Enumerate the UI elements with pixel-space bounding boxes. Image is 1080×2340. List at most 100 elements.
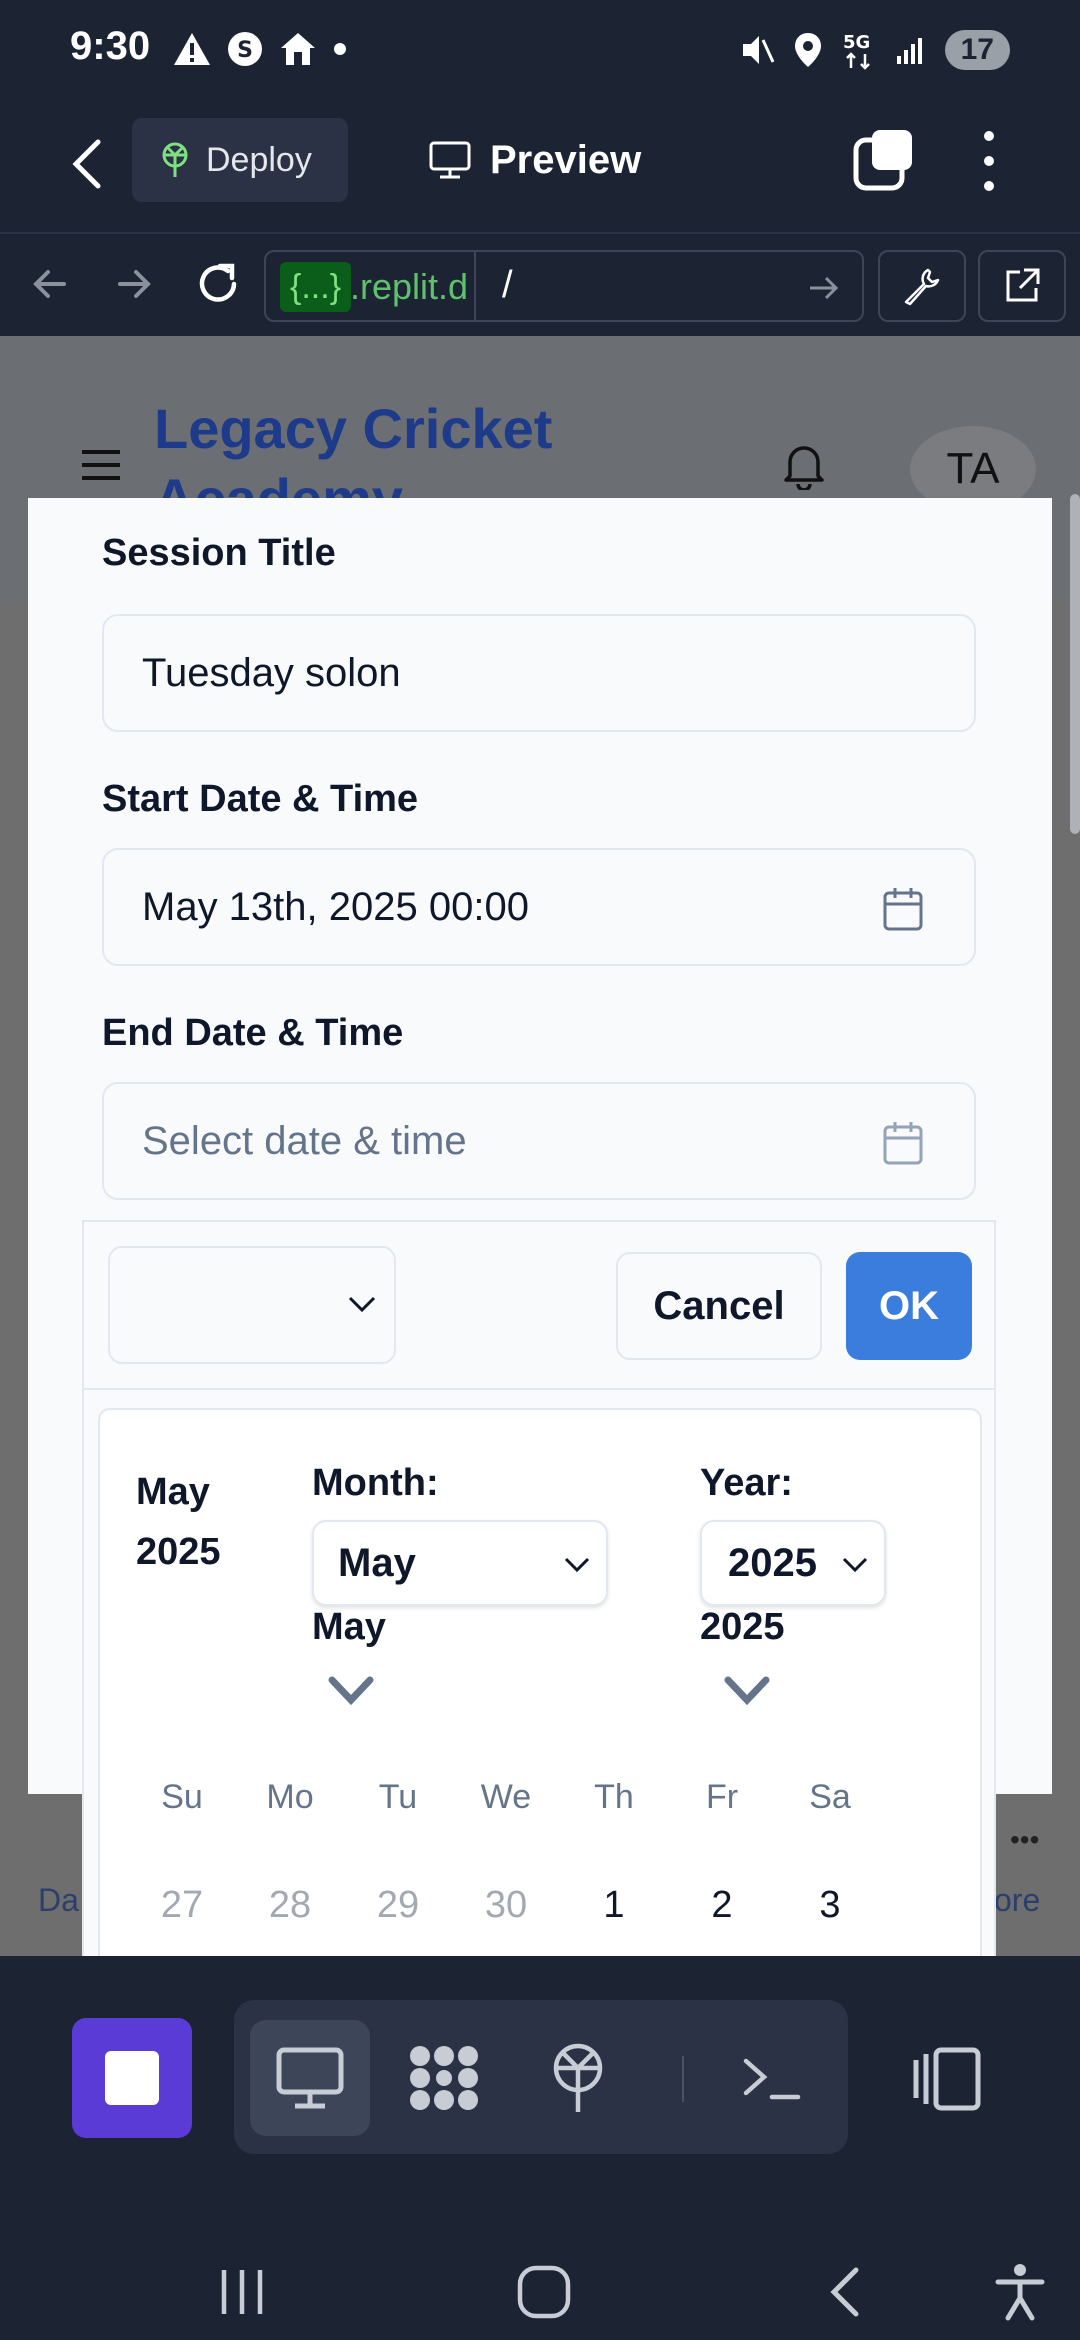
session-title-input[interactable]: Tuesday solon	[102, 614, 976, 732]
caption-year: 2025	[136, 1531, 221, 1573]
svg-text:S: S	[237, 38, 253, 63]
year-select[interactable]: 2025	[700, 1520, 886, 1606]
tool-switcher	[234, 2000, 848, 2154]
android-navigation-bar	[0, 2188, 1080, 2340]
calendar-day[interactable]: 1	[560, 1884, 668, 1927]
ok-button[interactable]: OK	[846, 1252, 972, 1360]
5g-icon: 5G	[843, 32, 870, 70]
calendar-day[interactable]: 3	[776, 1884, 884, 1927]
month-dropdown-text: May	[312, 1606, 386, 1648]
go-arrow-icon[interactable]	[806, 270, 842, 306]
avatar-initials: TA	[946, 444, 1000, 493]
more-vertical-icon[interactable]	[974, 126, 1004, 196]
month-select[interactable]: May	[312, 1520, 608, 1606]
workspace-bottom-bar	[0, 1956, 1080, 2188]
app-toolbar: Deploy Preview	[0, 104, 1080, 232]
calendar-icon[interactable]	[882, 1120, 924, 1166]
start-datetime-label: Start Date & Time	[102, 778, 419, 820]
deploy-icon	[553, 2043, 603, 2112]
deploy-icon	[162, 142, 188, 177]
month-label: Month:	[312, 1462, 439, 1504]
reload-icon[interactable]	[188, 254, 248, 314]
mute-icon	[742, 36, 774, 64]
calendar-caption: May 2025	[136, 1462, 256, 1582]
year-label: Year:	[700, 1462, 793, 1504]
deploy-label: Deploy	[206, 140, 312, 179]
weekday-header: Su Mo Tu We Th Fr Sa	[128, 1778, 968, 1817]
behind-nav-text-left: Da	[38, 1882, 79, 1918]
bell-icon[interactable]	[782, 440, 826, 490]
url-host-badge: {...}	[280, 262, 352, 312]
open-external-button[interactable]	[978, 250, 1066, 322]
calendar-day[interactable]: 27	[128, 1884, 236, 1927]
browser-forward-icon[interactable]	[104, 254, 164, 314]
start-datetime-input[interactable]: May 13th, 2025 00:00	[102, 848, 976, 966]
end-datetime-label: End Date & Time	[102, 1012, 404, 1054]
monitor-icon	[276, 2047, 344, 2109]
behind-nav-text-right: ore	[994, 1882, 1041, 1918]
split-layout-icon[interactable]	[912, 2046, 982, 2112]
chevron-down-icon	[564, 1557, 590, 1573]
session-title-label: Session Title	[102, 532, 336, 574]
back-button-icon[interactable]	[818, 2262, 878, 2322]
stop-button[interactable]	[72, 2018, 192, 2138]
url-field[interactable]: {...} .replit.dev /	[264, 250, 864, 322]
browser-back-icon[interactable]	[20, 254, 80, 314]
calendar-day[interactable]: 28	[236, 1884, 344, 1927]
time-select[interactable]	[108, 1246, 396, 1364]
calendar-week-row: 27 28 29 30 1 2 3	[128, 1884, 968, 1927]
weekday: Fr	[705, 1778, 739, 1816]
deploy-button[interactable]: Deploy	[132, 118, 348, 202]
year-select-value: 2025	[728, 1540, 817, 1585]
preview-tool-button[interactable]	[250, 2020, 370, 2136]
menu-icon[interactable]	[82, 450, 120, 480]
cancel-button[interactable]: Cancel	[616, 1252, 822, 1360]
chevron-down-icon[interactable]	[722, 1674, 772, 1706]
url-toolbar: {...} .replit.dev /	[0, 232, 1080, 336]
preview-label: Preview	[490, 137, 642, 182]
chevron-down-icon	[842, 1557, 868, 1573]
signal-icon	[896, 38, 922, 64]
status-left-icons: S	[172, 30, 348, 68]
calendar-day[interactable]: 29	[344, 1884, 452, 1927]
back-arrow-icon[interactable]	[60, 134, 120, 194]
home-icon	[281, 33, 315, 65]
stop-icon	[105, 2051, 159, 2105]
datetime-picker-popover: Cancel OK May 2025 Month: May May Year: …	[82, 1220, 996, 1956]
url-path[interactable]: /	[502, 264, 513, 307]
end-datetime-input[interactable]: Select date & time	[102, 1082, 976, 1200]
weekday: Su	[161, 1778, 203, 1816]
calendar-icon[interactable]	[882, 886, 924, 932]
accessibility-icon[interactable]	[990, 2262, 1050, 2322]
preview-tab[interactable]: Preview	[428, 118, 641, 202]
url-divider	[474, 252, 476, 320]
calendar-day[interactable]: 2	[668, 1884, 776, 1927]
status-time: 9:30	[70, 24, 151, 68]
status-right-icons: 5G 17	[739, 30, 1010, 70]
start-datetime-value: May 13th, 2025 00:00	[142, 884, 529, 929]
terminal-icon	[743, 2058, 801, 2100]
devtools-button[interactable]	[878, 250, 966, 322]
status-bar: 9:30 S 5G 17	[0, 0, 1080, 104]
s-app-icon: S	[228, 32, 262, 66]
tabs-icon[interactable]	[852, 128, 916, 192]
weekday: We	[480, 1778, 532, 1816]
weekday: Tu	[378, 1778, 418, 1816]
behind-more-dots: •••	[1010, 1824, 1040, 1855]
deploy-tool-button[interactable]	[518, 2020, 638, 2136]
monitor-icon	[429, 141, 471, 179]
wrench-icon	[904, 268, 940, 306]
calendar-day[interactable]: 30	[452, 1884, 560, 1927]
chevron-down-icon	[348, 1296, 376, 1313]
agent-tool-button[interactable]	[384, 2020, 504, 2136]
chevron-down-icon[interactable]	[326, 1674, 376, 1706]
popover-divider	[84, 1388, 994, 1390]
weekday: Th	[594, 1778, 634, 1816]
scrollbar-thumb[interactable]	[1070, 494, 1080, 834]
month-select-value: May	[338, 1540, 416, 1585]
shell-tool-button[interactable]	[712, 2020, 832, 2136]
calendar: May 2025 Month: May May Year: 2025 2025 …	[98, 1408, 982, 1956]
recents-icon[interactable]	[212, 2262, 272, 2322]
home-button-icon[interactable]	[514, 2262, 574, 2322]
warning-icon	[174, 33, 210, 65]
